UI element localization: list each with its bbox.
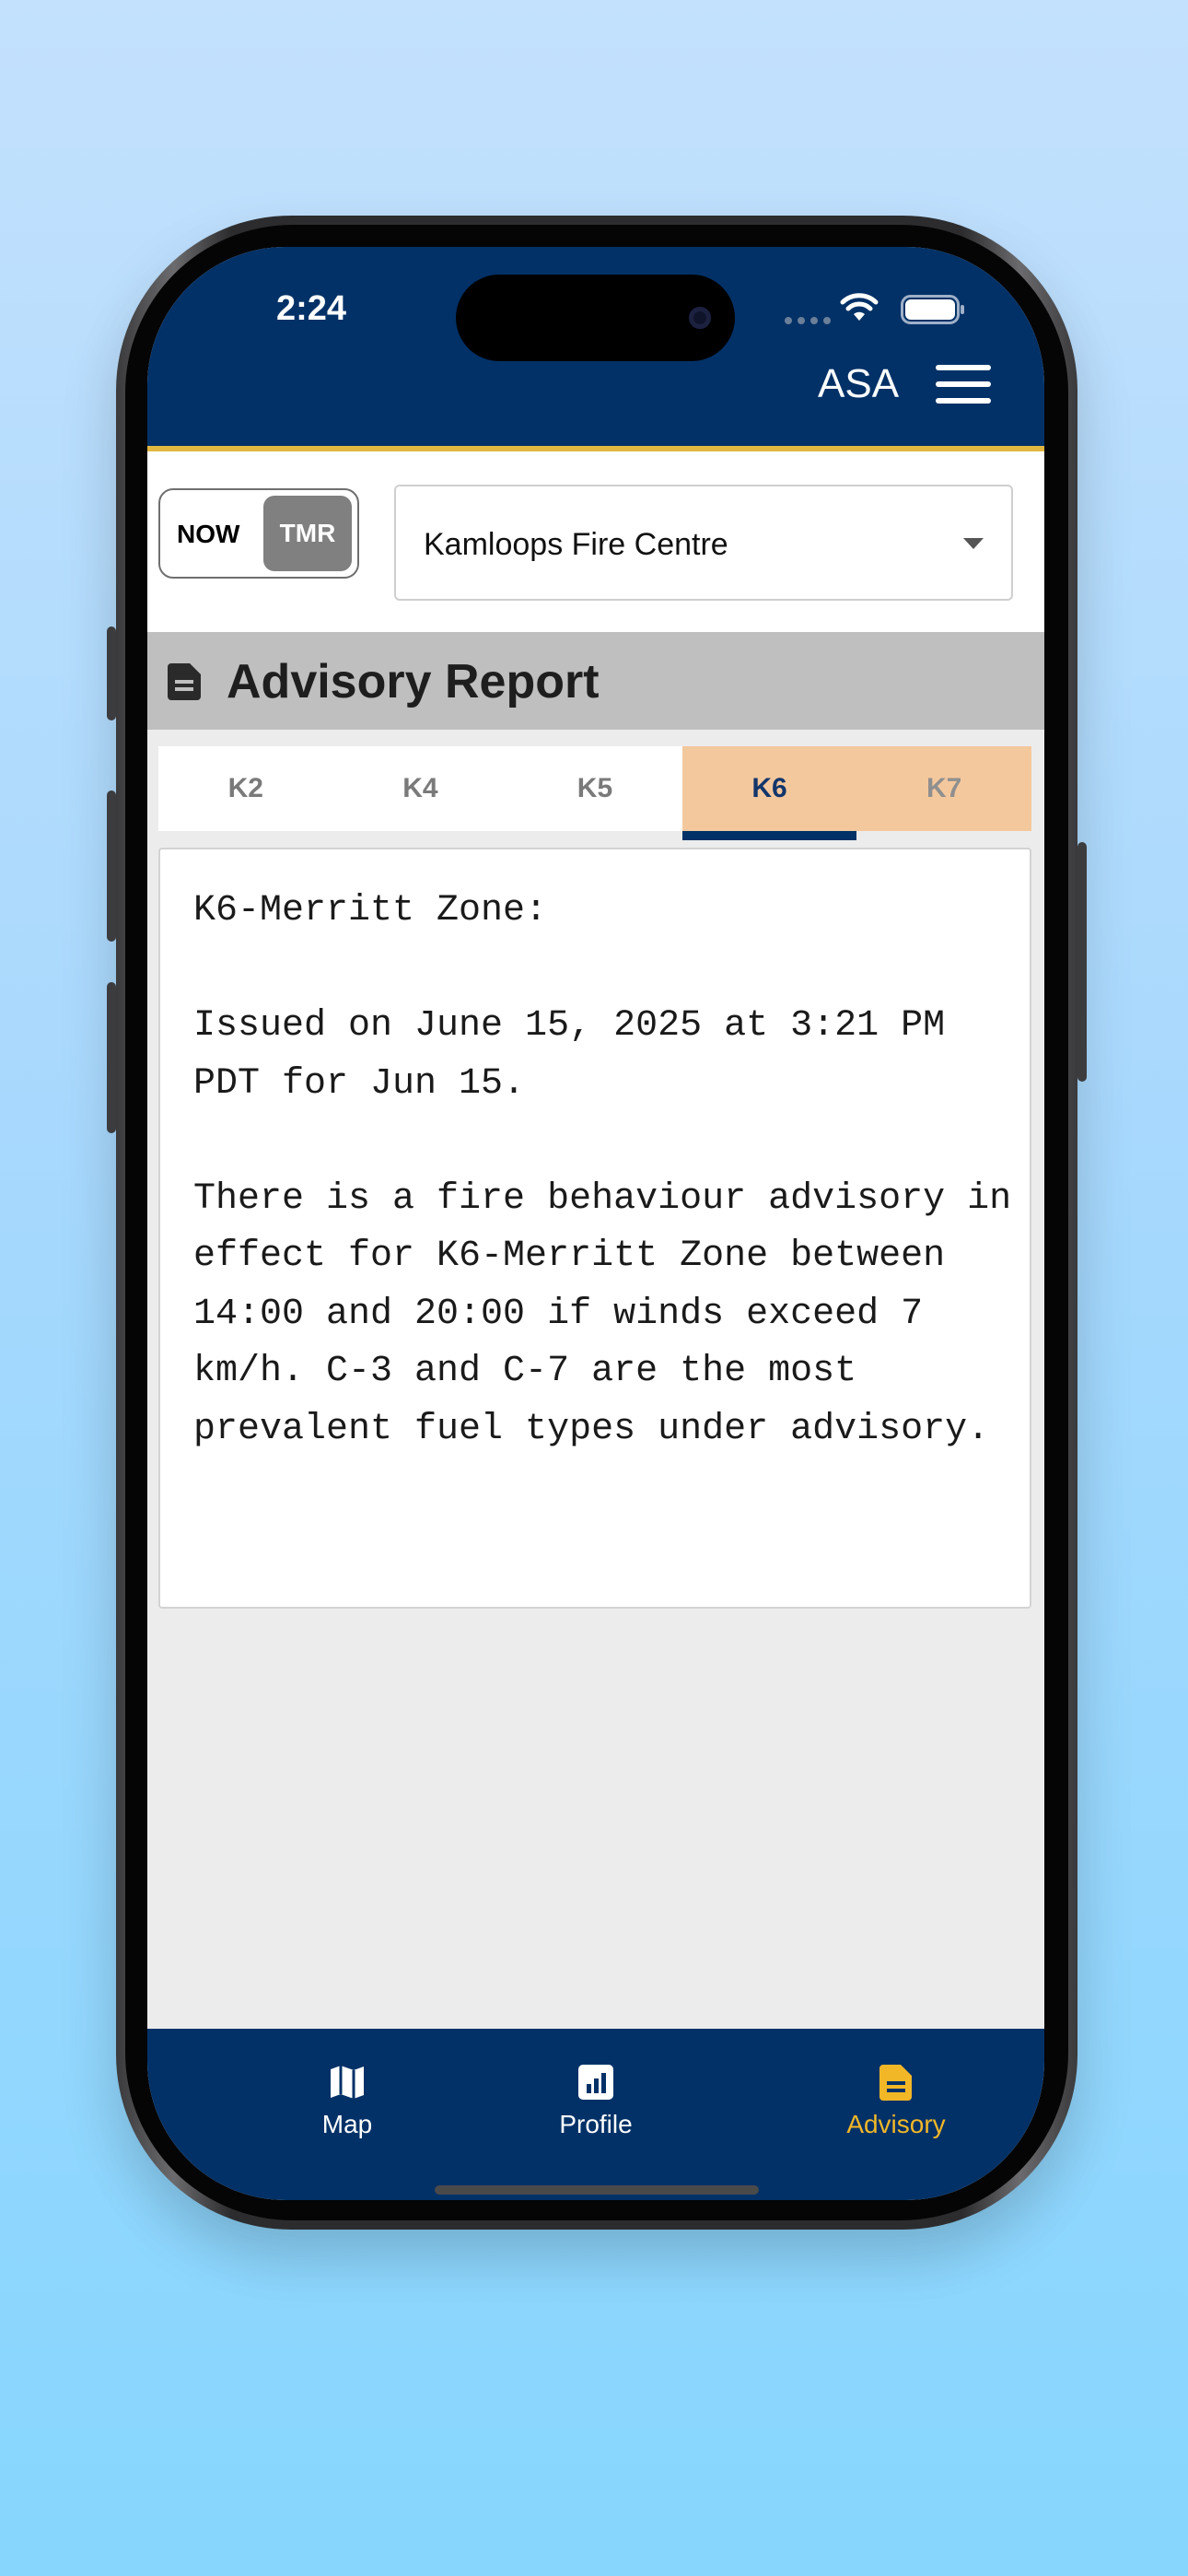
action-button [107,626,116,720]
tab-k2[interactable]: K2 [158,746,333,831]
volume-down-button [107,982,116,1133]
nav-map[interactable]: Map [255,2062,439,2139]
nav-advisory-label: Advisory [846,2110,946,2138]
report-zone-heading: K6-Merritt Zone: [193,890,548,931]
nav-map-label: Map [321,2110,373,2138]
dynamic-island [456,275,735,361]
nav-profile-label: Profile [559,2110,633,2138]
controls-row: NOW TMR Kamloops Fire Centre [147,451,1044,632]
tomorrow-option[interactable]: TMR [263,496,352,571]
now-option[interactable]: NOW [177,520,239,549]
battery-icon [901,295,964,324]
hamburger-menu-icon[interactable] [936,365,991,404]
tab-k5[interactable]: K5 [507,746,682,831]
section-title: Advisory Report [227,655,600,708]
document-icon [879,2065,912,2101]
wifi-icon [840,293,879,321]
status-time: 2:24 [276,289,347,328]
zone-tabs: K2 K4 K5 K6 K7 [158,746,1031,840]
app-screen: 2:24 ASA NOW TMR Kamloops Fire Centre Ad… [147,247,1044,2200]
tab-k4[interactable]: K4 [332,746,508,831]
advisory-report-card: K6-Merritt Zone: Issued on June 15, 2025… [158,848,1031,1609]
app-header: 2:24 ASA [147,247,1044,451]
tab-k7[interactable]: K7 [856,746,1031,831]
power-button [1077,842,1087,1082]
nav-profile[interactable]: Profile [504,2062,688,2139]
tab-k6[interactable]: K6 [681,746,857,840]
fire-centre-value: Kamloops Fire Centre [424,527,728,562]
cellular-signal-icon [785,317,831,324]
home-indicator [435,2185,759,2195]
caret-down-icon [963,538,984,549]
bottom-nav: Map Profile Advisory [147,2029,1044,2200]
map-icon [331,2066,364,2099]
bar-chart-icon [578,2065,613,2100]
fire-centre-select[interactable]: Kamloops Fire Centre [394,485,1013,601]
report-issued: Issued on June 15, 2025 at 3:21 PM PDT f… [193,1005,946,1105]
camera-icon [689,307,711,329]
document-icon [168,663,201,700]
nav-advisory[interactable]: Advisory [804,2062,988,2139]
report-body: There is a fire behaviour advisory in ef… [193,1177,1012,1450]
app-title: ASA [818,361,900,406]
volume-up-button [107,790,116,942]
now-tomorrow-toggle[interactable]: NOW TMR [158,488,359,579]
section-header: Advisory Report [147,632,1044,730]
report-text: K6-Merritt Zone: Issued on June 15, 2025… [193,883,1013,1458]
